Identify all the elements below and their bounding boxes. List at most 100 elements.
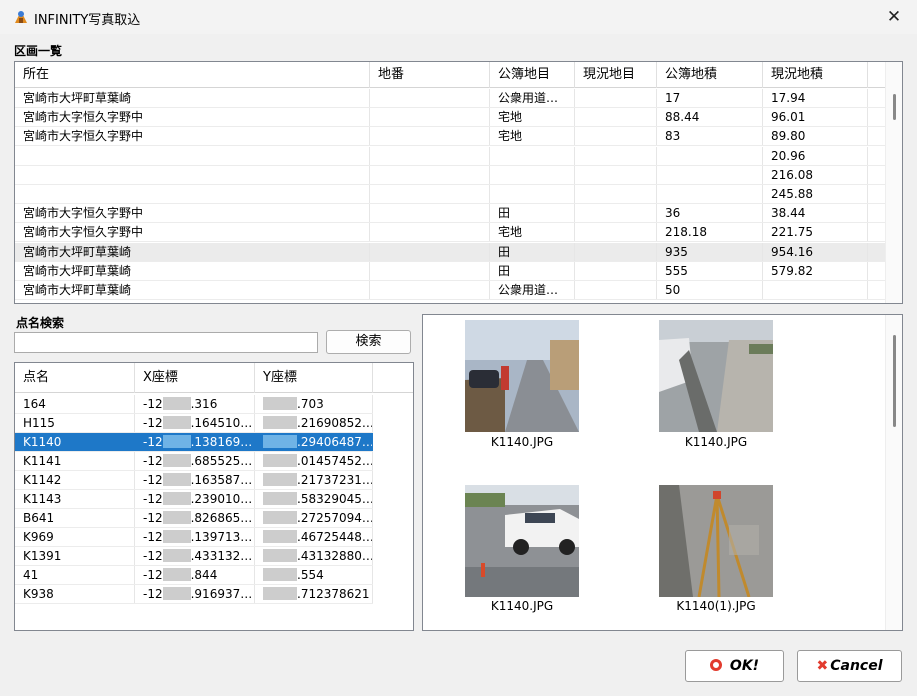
parcel-cell: [575, 165, 657, 184]
y-suffix: .58329045…: [297, 492, 373, 506]
parcel-list-label: 区画一覧: [14, 44, 63, 58]
point-name-cell: K1140: [15, 433, 135, 451]
parcel-cell: [657, 165, 763, 184]
car-photo-thumbnail[interactable]: [465, 485, 579, 597]
parcel-cell: [575, 242, 657, 261]
parcel-cell: 宅地: [490, 127, 575, 146]
parcel-column-header[interactable]: 現況地目: [575, 62, 657, 88]
parcel-cell: [575, 127, 657, 146]
table-row[interactable]: 宮崎市大字恒久字野中 田 36 38.44: [15, 204, 885, 224]
parcel-cell: 935: [657, 242, 763, 261]
table-row[interactable]: 宮崎市大坪町草葉崎 公衆用道… 17 17.94: [15, 89, 885, 108]
table-row[interactable]: H115 -12 .164510… .21690852…: [15, 414, 373, 433]
redacted-block: [162, 568, 191, 581]
y-suffix: .29406487…: [297, 435, 373, 449]
x-coordinate-cell: -12 .163587…: [135, 471, 255, 489]
point-column-header[interactable]: 点名: [15, 363, 135, 393]
photo-scroll-thumb[interactable]: [893, 335, 896, 427]
cancel-label: Cancel: [830, 658, 883, 674]
table-row[interactable]: 宮崎市大坪町草葉崎 公衆用道… 50: [15, 281, 885, 300]
photo-caption: K1140.JPG: [490, 435, 554, 449]
redacted-block: [162, 435, 191, 448]
parcel-cell: 宮崎市大坪町草葉崎: [15, 281, 370, 299]
table-row[interactable]: K969 -12 .139713… .46725448…: [15, 528, 373, 547]
parcel-cell: [575, 185, 657, 203]
table-row[interactable]: K1141 -12 .685525… .01457452…: [15, 452, 373, 471]
y-suffix: .21737231…: [297, 473, 373, 487]
x-prefix: -12: [143, 549, 163, 563]
parcel-cell: [15, 185, 370, 203]
photo-scrollbar[interactable]: [885, 315, 902, 630]
redacted-block: [263, 568, 297, 581]
cancel-button[interactable]: ✖ Cancel: [797, 650, 902, 682]
table-row[interactable]: 20.96: [15, 146, 885, 166]
table-row[interactable]: 216.08: [15, 165, 885, 185]
search-button[interactable]: 検索: [326, 330, 411, 354]
close-button[interactable]: ✕: [871, 0, 917, 34]
x-coordinate-cell: -12 .844: [135, 566, 255, 584]
parcel-column-header[interactable]: 所在: [15, 62, 370, 88]
x-prefix: -12: [143, 511, 163, 525]
y-coordinate-cell: .58329045…: [255, 490, 373, 508]
table-row[interactable]: 宮崎市大字恒久字野中 宅地 218.18 221.75: [15, 223, 885, 243]
parcel-column-header[interactable]: 公簿地目: [490, 62, 575, 88]
y-suffix: .712378621: [297, 587, 370, 601]
table-row[interactable]: 宮崎市大字恒久字野中 宅地 83 89.80: [15, 127, 885, 147]
x-coordinate-cell: -12 .239010…: [135, 490, 255, 508]
parcel-cell: 83: [657, 127, 763, 146]
parcel-cell: 20.96: [763, 146, 868, 165]
curb-photo-thumbnail[interactable]: [659, 320, 773, 432]
y-coordinate-cell: .554: [255, 566, 373, 584]
table-row[interactable]: K938 -12 .916937… .712378621: [15, 585, 373, 604]
parcel-cell: 宮崎市大字恒久字野中: [15, 108, 370, 127]
point-column-header[interactable]: Y座標: [255, 363, 373, 393]
point-name-cell: K1143: [15, 490, 135, 508]
point-column-header[interactable]: X座標: [135, 363, 255, 393]
redacted-block: [263, 397, 297, 410]
table-row[interactable]: K1143 -12 .239010… .58329045…: [15, 490, 373, 509]
photo-caption: K1140.JPG: [684, 435, 748, 449]
redacted-block: [263, 587, 297, 600]
redacted-block: [263, 492, 297, 505]
parcel-cell: [657, 146, 763, 165]
point-search-input[interactable]: [14, 332, 318, 353]
x-suffix: .685525…: [190, 454, 253, 468]
table-row[interactable]: 宮崎市大坪町草葉崎 田 555 579.82: [15, 261, 885, 281]
point-name-cell: K1141: [15, 452, 135, 470]
table-row[interactable]: 宮崎市大坪町草葉崎 田 935 954.16: [15, 242, 885, 262]
table-row[interactable]: 宮崎市大字恒久字野中 宅地 88.44 96.01: [15, 108, 885, 128]
x-prefix: -12: [143, 568, 163, 582]
y-coordinate-cell: .27257094…: [255, 509, 373, 527]
parcel-cell: [575, 281, 657, 299]
parcel-column-header[interactable]: 地番: [370, 62, 490, 88]
table-row[interactable]: 164 -12 .316 .703: [15, 395, 373, 414]
window-title: INFINITY写真取込: [34, 13, 141, 28]
x-prefix: -12: [143, 492, 163, 506]
point-name-cell: 41: [15, 566, 135, 584]
table-row[interactable]: B641 -12 .826865… .27257094…: [15, 509, 373, 528]
parcel-column-header[interactable]: 公簿地積: [657, 62, 763, 88]
table-row[interactable]: K1140 -12 .138169… .29406487…: [15, 433, 373, 452]
parcel-scrollbar[interactable]: [885, 62, 902, 303]
point-name-cell: K969: [15, 528, 135, 546]
redacted-block: [162, 416, 191, 429]
tripod-photo-thumbnail[interactable]: [659, 485, 773, 597]
parcel-column-header[interactable]: 現況地積: [763, 62, 868, 88]
table-row[interactable]: K1142 -12 .163587… .21737231…: [15, 471, 373, 490]
point-table[interactable]: 点名 X座標 Y座標 164 -12 .316 .703 H115 -12 .164510… .2…: [14, 362, 414, 631]
table-row[interactable]: 41 -12 .844 .554: [15, 566, 373, 585]
x-suffix: .164510…: [190, 416, 253, 430]
parcel-scroll-thumb[interactable]: [893, 94, 896, 120]
table-row[interactable]: 245.88: [15, 185, 885, 204]
parcel-cell: [370, 204, 490, 223]
parcel-table[interactable]: 所在 地番 公簿地目 現況地目 公簿地積 現況地積 宮崎市大坪町草葉崎 公衆用道… 17 17.…: [14, 61, 903, 304]
parcel-cell: 17.94: [763, 89, 868, 107]
table-row[interactable]: K1391 -12 .433132… .43132880…: [15, 547, 373, 566]
ok-button[interactable]: OK!: [685, 650, 784, 682]
parcel-cell: 公衆用道…: [490, 281, 575, 299]
y-coordinate-cell: .21690852…: [255, 414, 373, 432]
road-photo-thumbnail[interactable]: [465, 320, 579, 432]
y-coordinate-cell: .21737231…: [255, 471, 373, 489]
redacted-block: [263, 416, 297, 429]
photo-panel[interactable]: K1140.JPG K1140.JPG K1140.JPG K1140(1).J…: [422, 314, 903, 631]
